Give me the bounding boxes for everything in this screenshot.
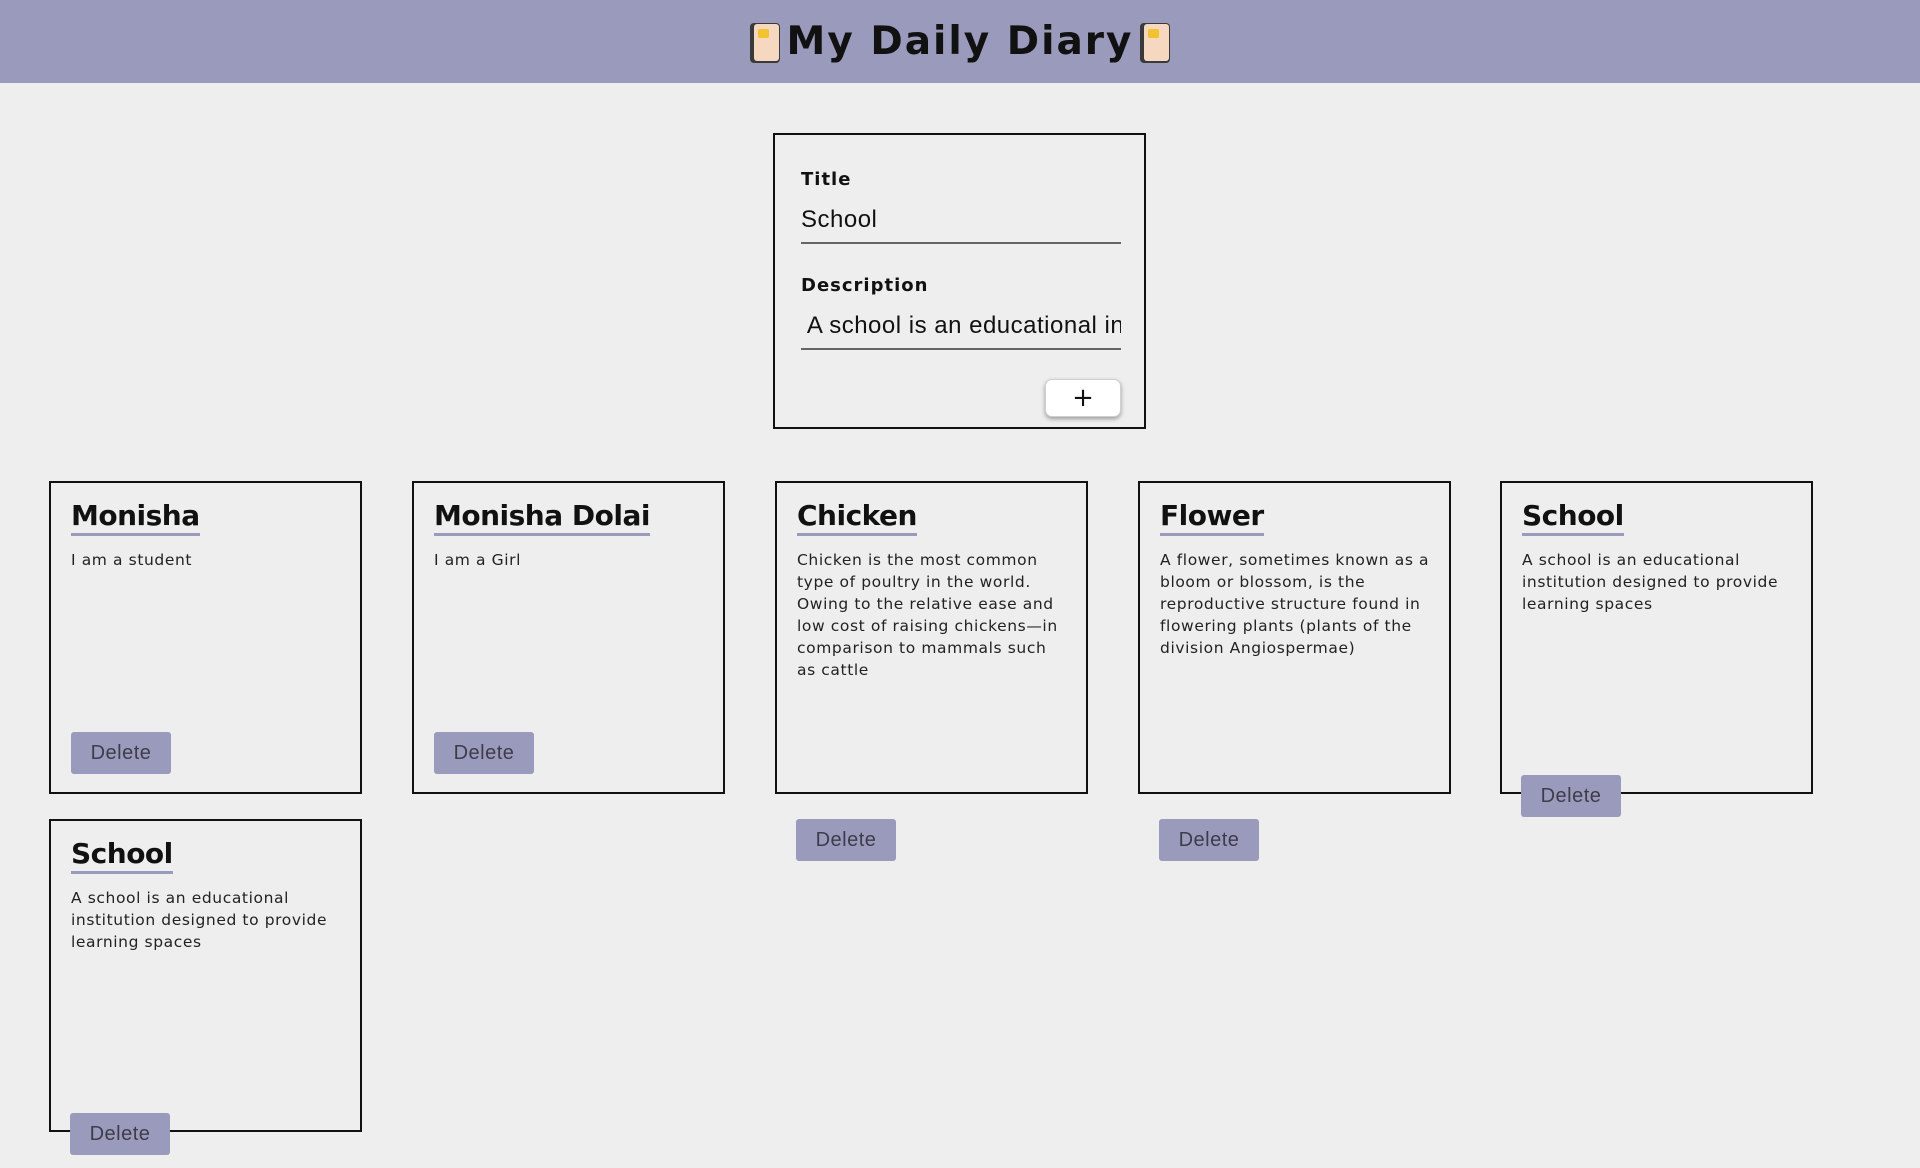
note-card: Flower A flower, sometimes known as a bl…: [1138, 481, 1451, 794]
delete-button[interactable]: Delete: [796, 819, 896, 861]
note-title: School: [71, 837, 173, 874]
title-label: Title: [801, 169, 852, 190]
description-label: Description: [801, 275, 929, 296]
note-card: Monisha I am a student Delete: [49, 481, 362, 794]
note-card: Monisha Dolai I am a Girl Delete: [412, 481, 725, 794]
app-title: My Daily Diary: [786, 19, 1134, 64]
note-description: I am a Girl: [434, 551, 522, 569]
note-card: School A school is an educational instit…: [49, 819, 362, 1132]
new-note-form: Title Description +: [773, 133, 1146, 429]
note-description: Chicken is the most common type of poult…: [797, 551, 1058, 679]
app-header: My Daily Diary: [0, 0, 1920, 83]
note-description: A school is an educational institution d…: [1522, 551, 1779, 613]
title-input[interactable]: [801, 198, 1121, 244]
note-description: A school is an educational institution d…: [71, 889, 328, 951]
note-description: A flower, sometimes known as a bloom or …: [1160, 551, 1430, 657]
note-title: Monisha Dolai: [434, 499, 650, 536]
note-title: School: [1522, 499, 1624, 536]
delete-button[interactable]: Delete: [70, 1113, 170, 1155]
note-title: Chicken: [797, 499, 917, 536]
note-card: School A school is an educational instit…: [1500, 481, 1813, 794]
header-title-group: My Daily Diary: [749, 19, 1172, 64]
description-input[interactable]: [801, 304, 1121, 350]
note-title: Flower: [1160, 499, 1264, 536]
book-icon: [749, 22, 781, 63]
delete-button[interactable]: Delete: [1521, 775, 1621, 817]
note-card: Chicken Chicken is the most common type …: [775, 481, 1088, 794]
book-icon: [1139, 22, 1171, 63]
delete-button[interactable]: Delete: [71, 732, 171, 774]
add-note-button[interactable]: +: [1045, 379, 1121, 417]
note-description: I am a student: [71, 551, 193, 569]
delete-button[interactable]: Delete: [434, 732, 534, 774]
note-title: Monisha: [71, 499, 200, 536]
delete-button[interactable]: Delete: [1159, 819, 1259, 861]
